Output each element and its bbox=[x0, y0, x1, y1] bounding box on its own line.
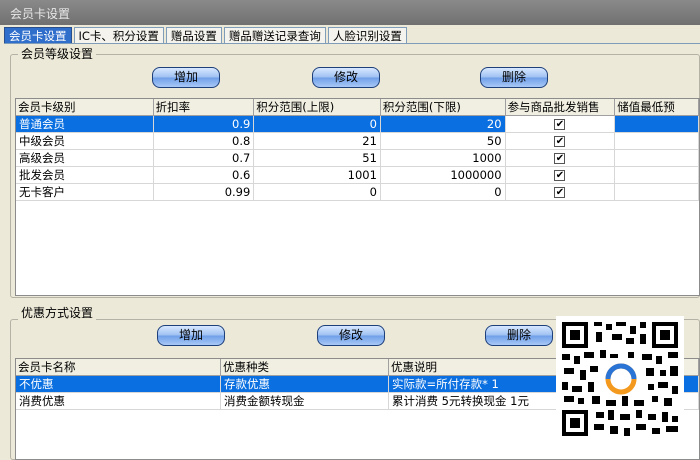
check-icon[interactable]: ✔ bbox=[554, 187, 566, 198]
cell-wholesale: ✔ bbox=[505, 184, 616, 201]
table-row[interactable]: 批发会员 0.6 1001 1000000 ✔ bbox=[16, 167, 699, 184]
window-titlebar: 会员卡设置 bbox=[0, 0, 700, 25]
check-icon[interactable]: ✔ bbox=[554, 153, 566, 164]
offer-add-button[interactable]: 增加 bbox=[157, 325, 225, 346]
cell-discount: 0.8 bbox=[153, 133, 255, 150]
column-header-offer-type[interactable]: 优惠种类 bbox=[221, 359, 389, 375]
column-header-wholesale[interactable]: 参与商品批发销售 bbox=[506, 99, 616, 115]
check-icon[interactable]: ✔ bbox=[554, 170, 566, 181]
cell-min-stored-value bbox=[615, 150, 699, 167]
check-icon[interactable]: ✔ bbox=[554, 119, 566, 130]
table-row[interactable]: 无卡客户 0.99 0 0 ✔ bbox=[16, 184, 699, 201]
cell-card-name: 不优惠 bbox=[16, 376, 221, 393]
tab-gift-record-query[interactable]: 赠品赠送记录查询 bbox=[223, 27, 326, 44]
member-level-table: 会员卡级别 折扣率 积分范围(上限) 积分范围(下限) 参与商品批发销售 储值最… bbox=[15, 98, 700, 296]
column-header-min-stored-value[interactable]: 储值最低预 bbox=[615, 99, 699, 115]
cell-points-upper: 0 bbox=[254, 184, 381, 201]
column-header-discount[interactable]: 折扣率 bbox=[154, 99, 255, 115]
cell-offer-type: 存款优惠 bbox=[221, 376, 389, 393]
tab-ic-card-points-settings[interactable]: IC卡、积分设置 bbox=[73, 27, 164, 44]
cell-level-name: 普通会员 bbox=[16, 116, 154, 133]
cell-wholesale: ✔ bbox=[505, 167, 616, 184]
tab-face-recognition-settings[interactable]: 人脸识别设置 bbox=[327, 27, 407, 44]
cell-discount: 0.9 bbox=[153, 116, 255, 133]
column-header-card-name[interactable]: 会员卡名称 bbox=[16, 359, 221, 375]
offer-method-group-title: 优惠方式设置 bbox=[18, 306, 97, 320]
member-level-group-title: 会员等级设置 bbox=[18, 47, 97, 61]
cell-level-name: 高级会员 bbox=[16, 150, 154, 167]
cell-min-stored-value bbox=[615, 167, 699, 184]
cell-points-upper: 1001 bbox=[254, 167, 381, 184]
level-add-button[interactable]: 增加 bbox=[152, 67, 220, 88]
cell-level-name: 无卡客户 bbox=[16, 184, 154, 201]
offer-edit-button[interactable]: 修改 bbox=[317, 325, 385, 346]
cell-discount: 0.6 bbox=[153, 167, 255, 184]
cell-offer-type: 消费金额转现金 bbox=[221, 393, 389, 410]
table-row[interactable]: 高级会员 0.7 51 1000 ✔ bbox=[16, 150, 699, 167]
qr-code-image bbox=[556, 316, 684, 442]
cell-min-stored-value bbox=[615, 116, 699, 133]
cell-wholesale: ✔ bbox=[505, 133, 616, 150]
table-row[interactable]: 普通会员 0.9 0 20 ✔ bbox=[16, 116, 699, 133]
cell-card-name: 消费优惠 bbox=[16, 393, 221, 410]
window-title: 会员卡设置 bbox=[10, 7, 71, 21]
level-delete-button[interactable]: 删除 bbox=[480, 67, 548, 88]
tab-gift-settings[interactable]: 赠品设置 bbox=[165, 27, 222, 44]
tab-strip: 会员卡设置 IC卡、积分设置 赠品设置 赠品赠送记录查询 人脸识别设置 bbox=[4, 27, 409, 44]
column-header-level[interactable]: 会员卡级别 bbox=[16, 99, 154, 115]
cell-points-lower: 1000 bbox=[380, 150, 506, 167]
cell-points-upper: 0 bbox=[254, 116, 381, 133]
column-header-points-lower[interactable]: 积分范围(下限) bbox=[381, 99, 506, 115]
column-header-points-upper[interactable]: 积分范围(上限) bbox=[254, 99, 381, 115]
table-row[interactable]: 中级会员 0.8 21 50 ✔ bbox=[16, 133, 699, 150]
cell-wholesale: ✔ bbox=[505, 150, 616, 167]
qr-code-icon bbox=[556, 316, 684, 442]
cell-points-upper: 21 bbox=[254, 133, 381, 150]
cell-points-upper: 51 bbox=[254, 150, 381, 167]
cell-points-lower: 1000000 bbox=[380, 167, 506, 184]
cell-wholesale: ✔ bbox=[505, 116, 616, 133]
member-level-table-header: 会员卡级别 折扣率 积分范围(上限) 积分范围(下限) 参与商品批发销售 储值最… bbox=[16, 99, 699, 116]
cell-level-name: 中级会员 bbox=[16, 133, 154, 150]
cell-level-name: 批发会员 bbox=[16, 167, 154, 184]
offer-delete-button[interactable]: 删除 bbox=[485, 325, 553, 346]
cell-points-lower: 0 bbox=[380, 184, 506, 201]
tab-member-card-settings[interactable]: 会员卡设置 bbox=[4, 27, 72, 44]
level-edit-button[interactable]: 修改 bbox=[312, 67, 380, 88]
cell-points-lower: 50 bbox=[380, 133, 506, 150]
cell-discount: 0.99 bbox=[153, 184, 255, 201]
cell-points-lower: 20 bbox=[380, 116, 506, 133]
check-icon[interactable]: ✔ bbox=[554, 136, 566, 147]
cell-min-stored-value bbox=[615, 184, 699, 201]
cell-min-stored-value bbox=[615, 133, 699, 150]
cell-discount: 0.7 bbox=[153, 150, 255, 167]
